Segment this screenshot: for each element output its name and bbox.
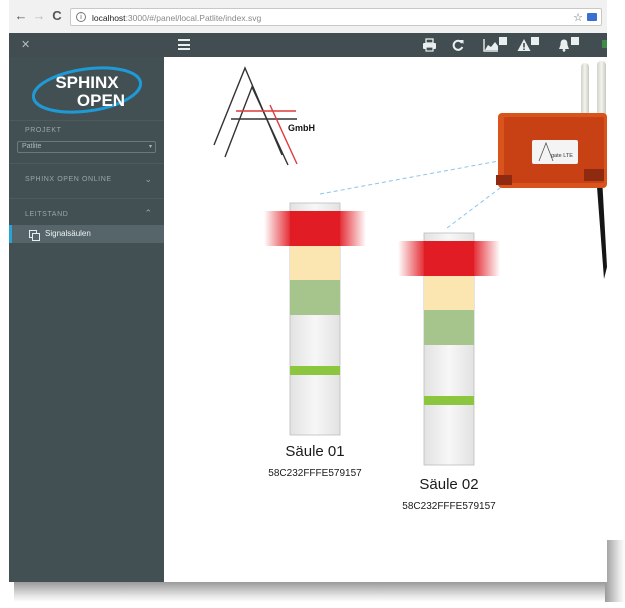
green-light: [290, 280, 340, 315]
yellow-light: [424, 276, 474, 310]
print-icon[interactable]: [422, 38, 437, 52]
window-shadow-bottom: [14, 582, 625, 602]
chart-count-badge: [499, 37, 507, 45]
browser-window: ← → C i localhost:3000/#/panel/local.Pat…: [9, 0, 607, 582]
refresh-icon[interactable]: [451, 38, 465, 52]
warning-icon: [517, 39, 531, 51]
sidebar-item-signalsaeulen[interactable]: Signalsäulen: [9, 225, 164, 243]
green-indicator-bar: [424, 396, 474, 405]
address-bar[interactable]: i localhost:3000/#/panel/local.Patlite/i…: [70, 8, 602, 26]
sidebar: SPHINX OPEN PROJEKT Patlite ▾ SPHINX OPE…: [9, 57, 164, 582]
antenna-cable: [597, 177, 607, 279]
red-glow-right: [339, 211, 366, 246]
connection-line: [446, 184, 505, 229]
warning-count-badge: [531, 37, 539, 45]
notification-badge-button[interactable]: [557, 37, 581, 52]
connection-line: [319, 159, 505, 195]
area-chart-icon: [483, 39, 498, 52]
tower-1-name: Säule 01: [285, 443, 345, 460]
notification-count-badge: [571, 37, 579, 45]
red-light: [424, 241, 474, 276]
url-host: localhost: [92, 13, 126, 23]
tower-2-name: Säule 02: [419, 476, 479, 493]
device-label: gate LTE: [551, 153, 573, 159]
green-light: [424, 310, 474, 345]
sidebar-item-label: Signalsäulen: [45, 229, 91, 238]
fullscreen-icon[interactable]: ✕: [21, 38, 30, 51]
bell-icon: [559, 39, 569, 52]
sidebar-divider: [9, 198, 164, 199]
reload-icon[interactable]: C: [49, 7, 65, 25]
sidebar-divider: [9, 163, 164, 164]
hamburger-menu-icon[interactable]: [178, 39, 190, 50]
bookmark-star-icon[interactable]: ☆: [573, 9, 583, 27]
sidebar-section-online[interactable]: SPHINX OPEN ONLINE ⌄: [9, 167, 164, 195]
url-path: :3000/#/panel/local.Patlite/index.svg: [125, 13, 262, 23]
status-indicator: [602, 40, 607, 48]
project-label: PROJEKT: [25, 127, 62, 134]
red-glow-left: [264, 211, 291, 246]
section-online-label: SPHINX OPEN ONLINE: [25, 176, 112, 183]
extension-icon[interactable]: [587, 13, 597, 21]
device-port: [496, 175, 512, 185]
main-canvas: GmbH gate LTE Säule 01 58C232FFFE579157 …: [164, 57, 607, 582]
company-logo: GmbH: [213, 66, 315, 166]
logo-text-open: OPEN: [77, 91, 125, 110]
section-leitstand-label: LEITSTAND: [25, 211, 69, 218]
sidebar-section-leitstand[interactable]: LEITSTAND ⌃: [9, 202, 164, 222]
red-light: [290, 211, 340, 246]
gateway-device[interactable]: gate LTE: [496, 61, 607, 279]
chevron-up-icon: ⌃: [144, 208, 152, 218]
chart-badge-button[interactable]: [483, 37, 509, 52]
antenna: [581, 63, 589, 121]
app-header: ✕: [9, 33, 607, 57]
tower-1-id: 58C232FFFE579157: [268, 468, 362, 479]
logo-text-sphinx: SPHINX: [55, 73, 119, 92]
address-url: localhost:3000/#/panel/local.Patlite/ind…: [92, 9, 261, 27]
project-select[interactable]: Patlite ▾: [17, 141, 156, 153]
back-arrow-icon[interactable]: ←: [13, 7, 29, 25]
device-port: [584, 169, 604, 181]
sidebar-divider: [9, 120, 164, 121]
company-logo-text: GmbH: [288, 123, 315, 133]
tower-2-id: 58C232FFFE579157: [402, 501, 496, 512]
red-glow-left: [398, 241, 425, 276]
forward-arrow-icon[interactable]: →: [31, 7, 47, 25]
info-icon[interactable]: i: [76, 12, 86, 22]
red-glow-right: [473, 241, 500, 276]
signal-tower-2[interactable]: [398, 232, 500, 466]
signal-tower-1[interactable]: [264, 202, 366, 436]
sphinx-open-logo[interactable]: SPHINX OPEN: [31, 66, 143, 114]
chevron-down-icon: ⌄: [144, 174, 152, 184]
antenna: [597, 61, 606, 121]
warning-badge-button[interactable]: [517, 37, 541, 52]
browser-toolbar: ← → C i localhost:3000/#/panel/local.Pat…: [9, 0, 607, 34]
chevron-down-icon: ▾: [148, 144, 152, 150]
copy-icon: [29, 230, 40, 241]
green-indicator-bar: [290, 366, 340, 375]
project-select-value: Patlite: [22, 143, 42, 150]
yellow-light: [290, 246, 340, 280]
window-shadow-right: [605, 540, 625, 602]
